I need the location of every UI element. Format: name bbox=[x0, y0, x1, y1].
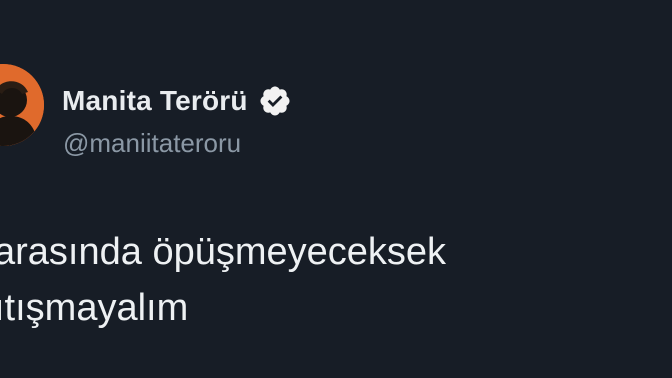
tweet-line: ıtışmayalım bbox=[0, 287, 189, 329]
tweet-line: arasında öpüşmeyeceksek bbox=[0, 231, 447, 273]
avatar-silhouette-icon bbox=[0, 64, 44, 146]
tweet-screenshot: Manita Terörü @maniitateroru arasında öp… bbox=[0, 0, 672, 378]
user-handle[interactable]: @maniitateroru bbox=[63, 128, 241, 159]
display-name-row[interactable]: Manita Terörü bbox=[62, 84, 292, 118]
verified-badge-icon bbox=[260, 86, 290, 116]
display-name[interactable]: Manita Terörü bbox=[62, 85, 248, 117]
profile-avatar[interactable] bbox=[0, 64, 44, 146]
tweet-text: arasında öpüşmeyeceksek ıtışmayalım bbox=[0, 224, 666, 336]
